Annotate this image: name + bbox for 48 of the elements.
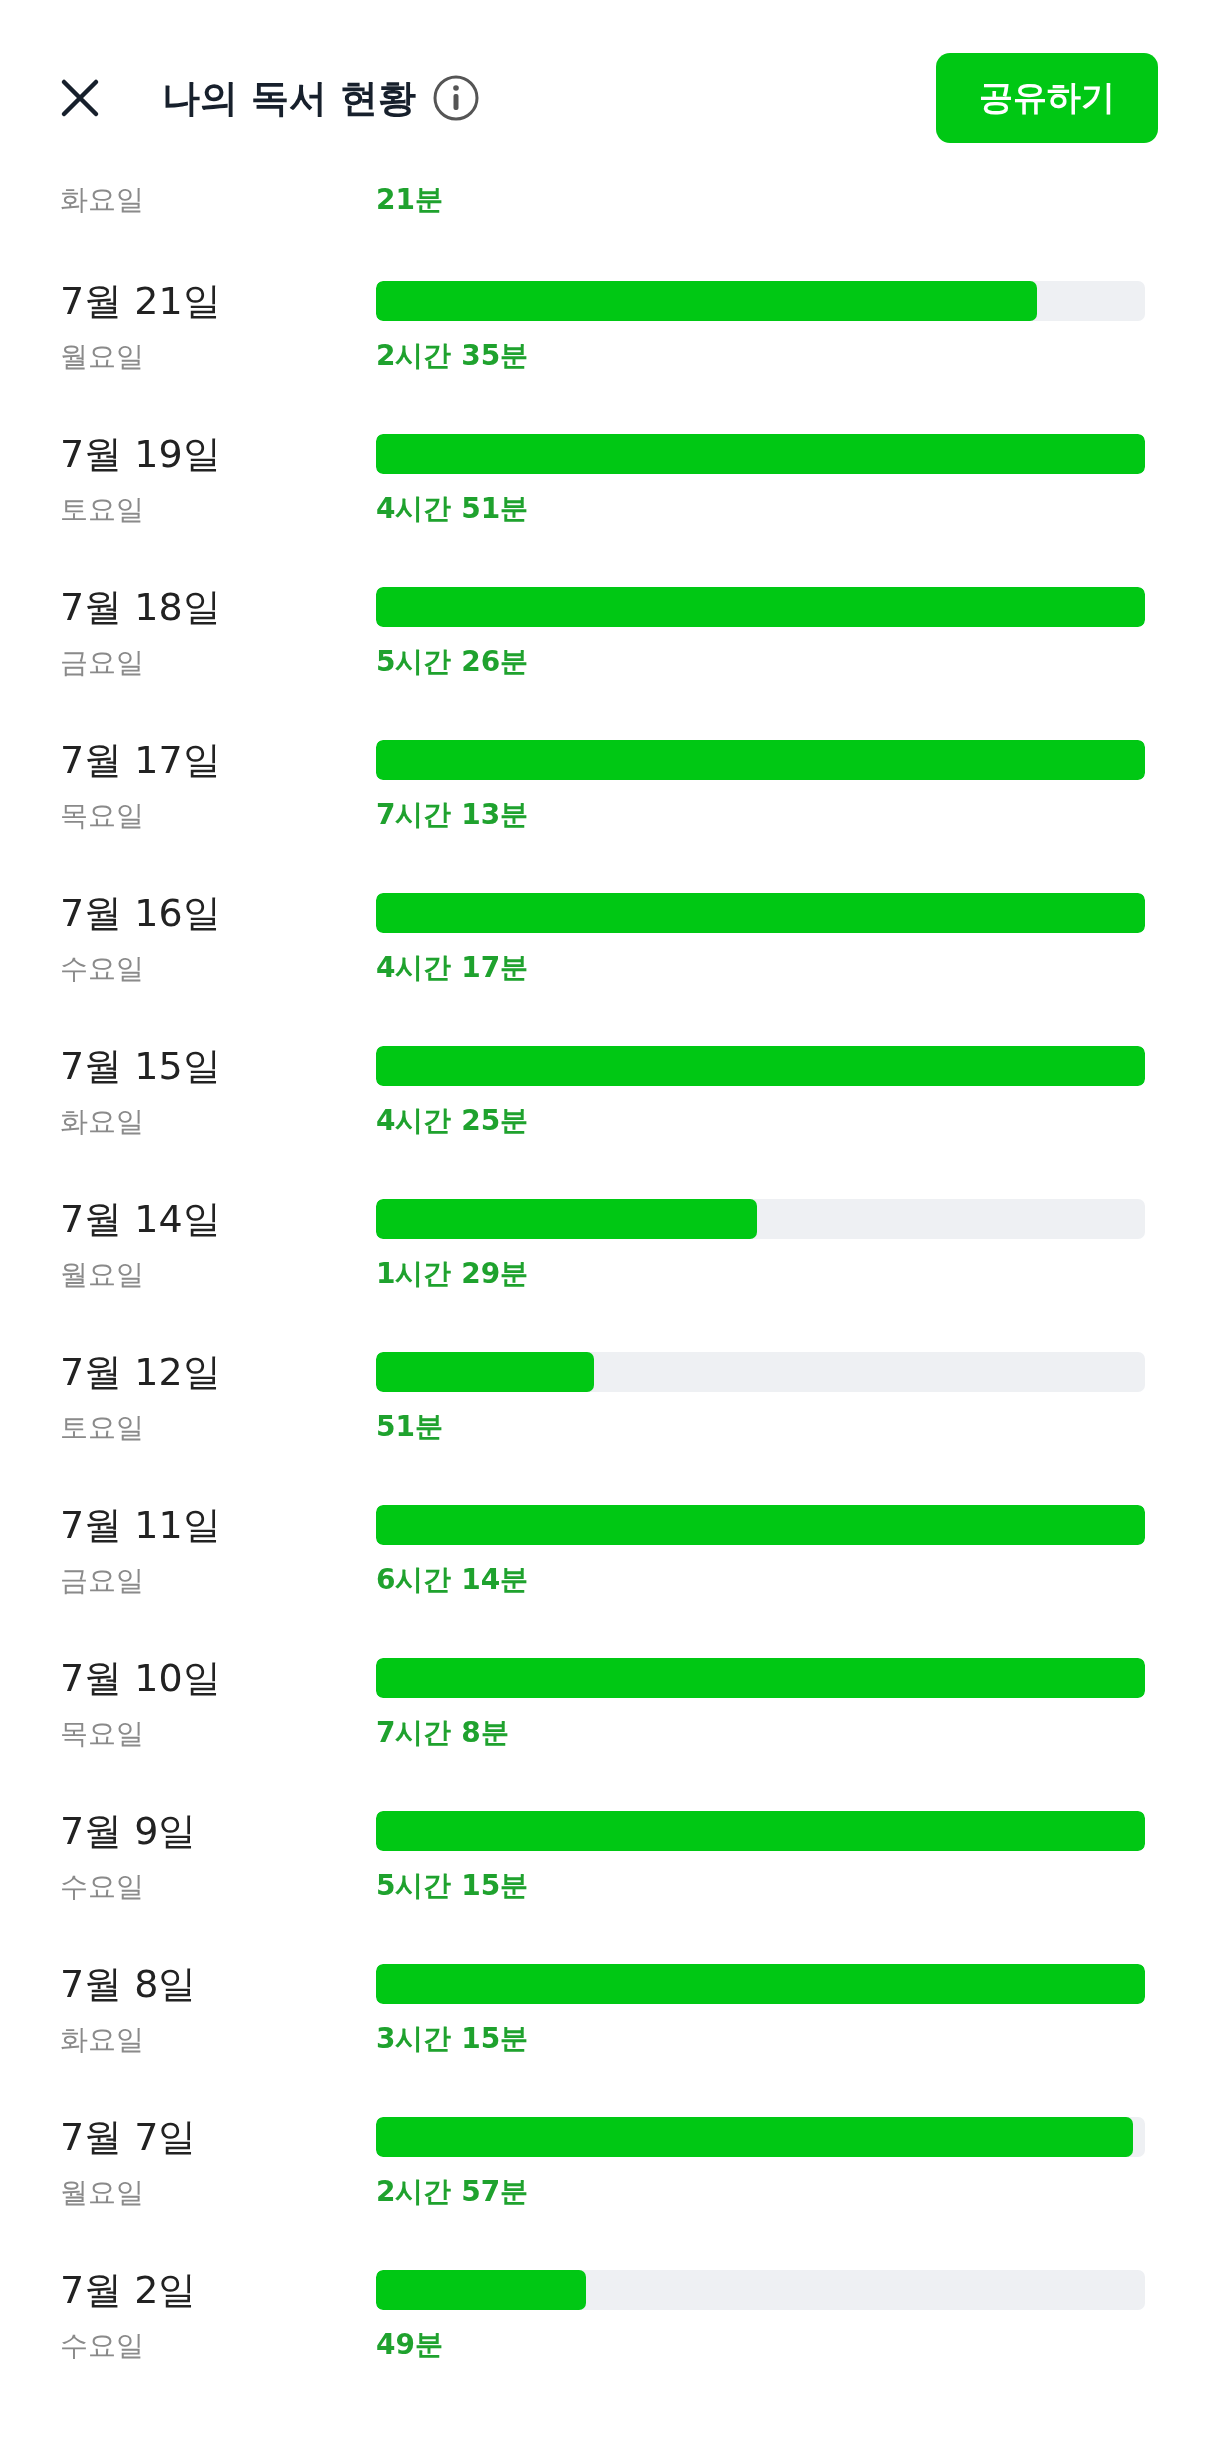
duration-label: 4시간 25분	[376, 1103, 529, 1139]
date-label: 7월 21일	[60, 278, 221, 324]
duration-label: 49분	[376, 2327, 443, 2363]
date-label: 7월 15일	[60, 1043, 221, 1089]
date-label: 7월 19일	[60, 431, 221, 477]
weekday-label: 월요일	[60, 2175, 144, 2211]
close-icon[interactable]	[60, 78, 100, 118]
weekday-label: 토요일	[60, 492, 144, 528]
duration-label: 1시간 29분	[376, 1256, 529, 1292]
duration-label: 2시간 57분	[376, 2174, 529, 2210]
weekday-label: 화요일	[60, 1104, 144, 1140]
date-label: 7월 17일	[60, 737, 221, 783]
weekday-label: 금요일	[60, 645, 144, 681]
duration-label: 4시간 17분	[376, 950, 529, 986]
weekday-label: 수요일	[60, 2328, 144, 2364]
date-label: 7월 7일	[60, 2114, 197, 2160]
date-label: 7월 18일	[60, 584, 221, 630]
date-label: 7월 9일	[60, 1808, 197, 1854]
duration-label: 3시간 15분	[376, 2021, 529, 2057]
weekday-label: 화요일	[60, 2022, 144, 2058]
date-label: 7월 14일	[60, 1196, 221, 1242]
weekday-label: 금요일	[60, 1563, 144, 1599]
weekday-label: 목요일	[60, 798, 144, 834]
duration-label: 7시간 8분	[376, 1715, 509, 1751]
weekday-label: 화요일	[60, 182, 145, 218]
share-button[interactable]: 공유하기	[936, 53, 1158, 143]
date-label: 7월 8일	[60, 1961, 197, 2007]
weekday-label: 월요일	[60, 339, 144, 375]
duration-label: 7시간 13분	[376, 797, 529, 833]
duration-label: 4시간 51분	[376, 491, 529, 527]
duration-label: 5시간 15분	[376, 1868, 529, 1904]
info-icon[interactable]	[432, 74, 481, 122]
duration-label: 6시간 14분	[376, 1562, 529, 1598]
weekday-label: 수요일	[60, 951, 144, 987]
weekday-label: 수요일	[60, 1869, 144, 1905]
date-label: 7월 11일	[60, 1502, 221, 1548]
date-label: 7월 2일	[60, 2267, 197, 2313]
duration-label: 21분	[376, 182, 444, 218]
date-label: 7월 16일	[60, 890, 221, 936]
duration-label: 2시간 35분	[376, 338, 529, 374]
date-label: 7월 10일	[60, 1655, 221, 1701]
duration-label: 5시간 26분	[376, 644, 529, 680]
duration-label: 51분	[376, 1409, 443, 1445]
page-title: 나의 독서 현황	[162, 74, 417, 122]
weekday-label: 월요일	[60, 1257, 144, 1293]
weekday-label: 토요일	[60, 1410, 144, 1446]
date-label: 7월 12일	[60, 1349, 221, 1395]
weekday-label: 목요일	[60, 1716, 144, 1752]
